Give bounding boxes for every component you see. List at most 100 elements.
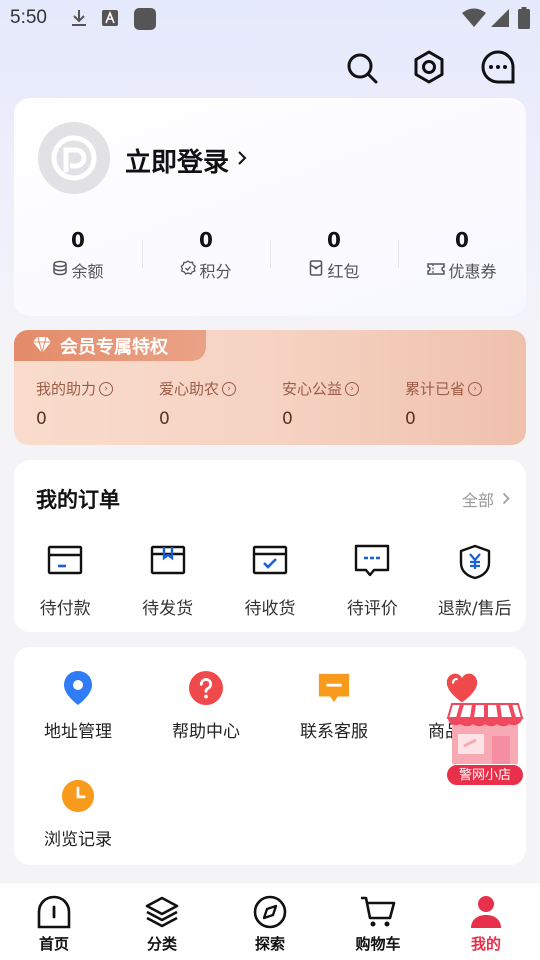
tab-label: 购物车 bbox=[355, 935, 401, 953]
order-pending-payment[interactable]: 待付款 bbox=[14, 544, 116, 619]
settings-icon[interactable] bbox=[409, 48, 449, 88]
search-icon[interactable] bbox=[342, 48, 382, 88]
profile-card: 立即登录 0 余额 0 积分 0 红包 0 优惠券 bbox=[14, 98, 526, 316]
vip-item-label: 安心公益 bbox=[282, 380, 343, 398]
vip-tag: 会员专属特权 bbox=[14, 330, 206, 361]
vip-item-value: 0 bbox=[36, 409, 47, 429]
stat-value: 0 bbox=[455, 228, 469, 252]
orders-title: 我的订单 bbox=[36, 488, 120, 512]
orders-all-label: 全部 bbox=[461, 491, 494, 510]
service-label: 浏览记录 bbox=[44, 830, 112, 850]
stat-balance[interactable]: 0 余额 bbox=[14, 226, 142, 290]
order-pending-shipment[interactable]: 待发货 bbox=[116, 544, 218, 619]
login-label: 立即登录 bbox=[125, 148, 230, 178]
box-check-icon bbox=[219, 544, 321, 580]
tab-label: 首页 bbox=[38, 935, 69, 953]
vip-item-value: 0 bbox=[159, 409, 170, 429]
order-label: 待发货 bbox=[142, 599, 194, 619]
status-bar: 5:50 bbox=[0, 0, 540, 36]
stat-label: 优惠券 bbox=[448, 262, 497, 281]
avatar[interactable] bbox=[38, 122, 110, 194]
vip-privileges-card[interactable]: 会员专属特权 我的助力 › 0 爱心助农 › 0 安心公益 › 0 累计已省 › 0 bbox=[14, 330, 526, 445]
shield-yen-icon bbox=[424, 544, 526, 580]
user-icon bbox=[432, 895, 540, 929]
chevron-right-icon bbox=[237, 150, 247, 171]
tab-label: 我的 bbox=[470, 935, 501, 953]
order-label: 待评价 bbox=[346, 599, 398, 619]
order-label: 退款/售后 bbox=[437, 599, 512, 619]
chevron-right-circle-icon: › bbox=[99, 381, 114, 396]
chevron-right-circle-icon: › bbox=[222, 381, 237, 396]
chevron-right-circle-icon: › bbox=[468, 381, 483, 396]
location-pin-icon bbox=[61, 671, 95, 705]
wifi-icon bbox=[462, 8, 486, 32]
tab-cart[interactable]: 购物车 bbox=[324, 883, 432, 960]
service-history[interactable]: 浏览记录 bbox=[14, 779, 142, 850]
tab-explore[interactable]: 探索 bbox=[216, 883, 324, 960]
vip-item-label: 累计已省 bbox=[405, 380, 466, 398]
service-label: 联系客服 bbox=[300, 722, 368, 742]
chat-icon bbox=[317, 671, 351, 705]
compass-icon bbox=[216, 895, 324, 929]
service-label: 地址管理 bbox=[44, 722, 112, 742]
vip-item-help[interactable]: 我的助力 › 0 bbox=[14, 378, 137, 429]
bottom-tab-bar: 首页 分类 探索 购物车 我的 bbox=[0, 882, 540, 960]
orders-card: 我的订单 全部 待付款 待发货 待收货 待评价 退款/售后 bbox=[14, 460, 526, 632]
service-label: 帮助中心 bbox=[172, 722, 240, 742]
vip-item-value: 0 bbox=[282, 409, 293, 429]
stat-value: 0 bbox=[199, 228, 213, 252]
diamond-icon bbox=[32, 336, 52, 359]
service-help[interactable]: 帮助中心 bbox=[142, 671, 270, 742]
shop-icon bbox=[446, 703, 524, 766]
battery-icon bbox=[518, 7, 530, 33]
badge-icon bbox=[180, 260, 197, 280]
layers-icon bbox=[108, 895, 216, 929]
text-icon bbox=[102, 10, 118, 30]
order-label: 待付款 bbox=[39, 599, 91, 619]
order-refund[interactable]: 退款/售后 bbox=[424, 544, 526, 619]
download-icon bbox=[70, 8, 88, 32]
order-pending-review[interactable]: 待评价 bbox=[321, 544, 423, 619]
floating-shop-label: 警网小店 bbox=[446, 764, 524, 786]
message-icon[interactable] bbox=[478, 48, 518, 88]
chevron-right-circle-icon: › bbox=[345, 381, 360, 396]
red-packet-icon bbox=[308, 260, 324, 280]
stat-points[interactable]: 0 积分 bbox=[142, 226, 270, 290]
service-address[interactable]: 地址管理 bbox=[14, 671, 142, 742]
account-stats: 0 余额 0 积分 0 红包 0 优惠券 bbox=[14, 226, 526, 290]
vip-item-label: 我的助力 bbox=[36, 380, 97, 398]
tab-label: 分类 bbox=[146, 935, 177, 953]
floating-shop-button[interactable]: 警网小店 bbox=[444, 700, 526, 790]
vip-item-agriculture[interactable]: 爱心助农 › 0 bbox=[137, 378, 260, 429]
tab-label: 探索 bbox=[254, 935, 285, 953]
wallet-icon bbox=[14, 544, 116, 580]
vip-title: 会员专属特权 bbox=[60, 336, 168, 358]
vip-item-saved[interactable]: 累计已省 › 0 bbox=[383, 378, 506, 429]
signal-icon bbox=[490, 8, 510, 32]
coupon-icon bbox=[427, 261, 446, 280]
coins-icon bbox=[52, 260, 68, 280]
tab-home[interactable]: 首页 bbox=[0, 883, 108, 960]
clock-icon bbox=[61, 779, 95, 813]
stat-label: 红包 bbox=[327, 262, 360, 281]
login-button[interactable]: 立即登录 bbox=[125, 142, 247, 179]
package-icon bbox=[116, 544, 218, 580]
order-pending-receipt[interactable]: 待收货 bbox=[219, 544, 321, 619]
tab-category[interactable]: 分类 bbox=[108, 883, 216, 960]
comment-icon bbox=[321, 544, 423, 580]
chevron-right-icon bbox=[502, 490, 510, 509]
stat-coupon[interactable]: 0 优惠券 bbox=[398, 226, 526, 290]
stat-red-packet[interactable]: 0 红包 bbox=[270, 226, 398, 290]
orders-all-link[interactable]: 全部 bbox=[462, 487, 510, 511]
vip-item-charity[interactable]: 安心公益 › 0 bbox=[260, 378, 383, 429]
stat-value: 0 bbox=[71, 228, 85, 252]
service-customer-support[interactable]: 联系客服 bbox=[270, 671, 398, 742]
cart-icon bbox=[324, 895, 432, 929]
tab-mine[interactable]: 我的 bbox=[432, 883, 540, 960]
home-icon bbox=[0, 895, 108, 929]
stat-value: 0 bbox=[327, 228, 341, 252]
stat-label: 余额 bbox=[71, 262, 104, 281]
question-icon bbox=[189, 671, 223, 705]
vip-item-value: 0 bbox=[405, 409, 416, 429]
vip-item-label: 爱心助农 bbox=[159, 380, 220, 398]
